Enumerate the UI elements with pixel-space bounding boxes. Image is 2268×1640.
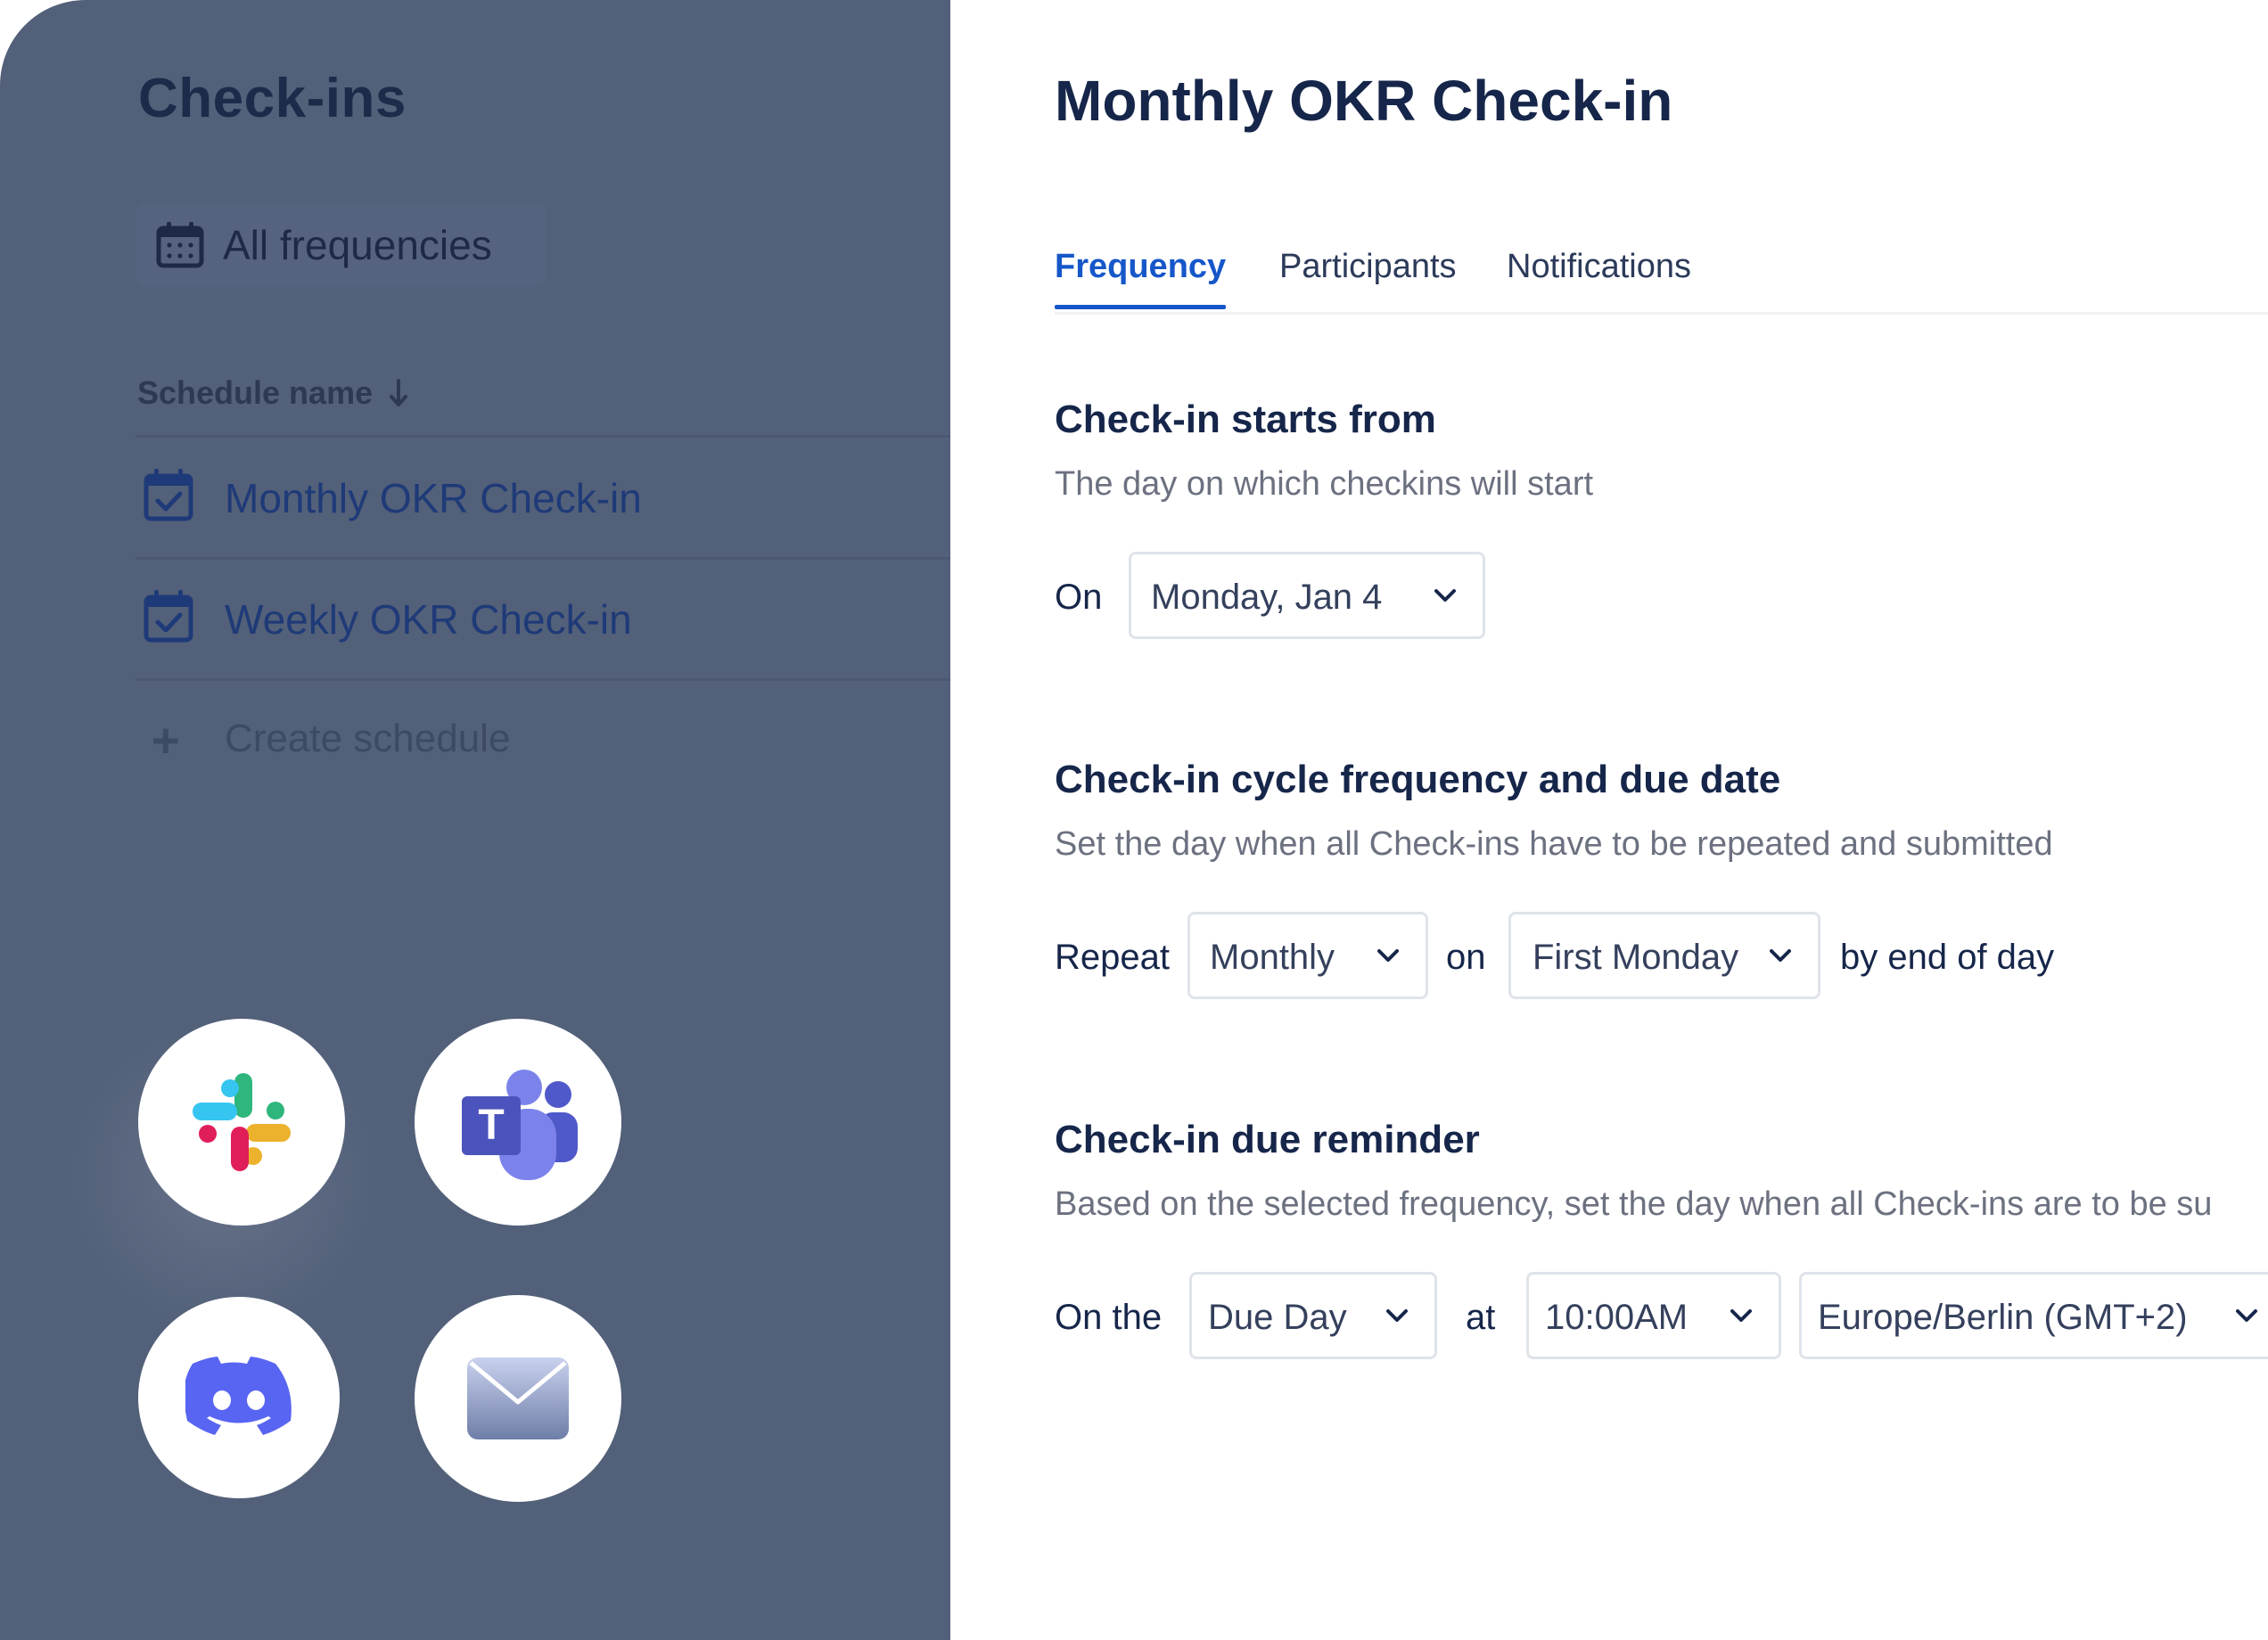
schedule-row-monthly[interactable]: Monthly OKR Check-in [136, 437, 950, 556]
arrow-down-icon [390, 379, 408, 406]
chevron-down-icon [1770, 949, 1791, 962]
reminder-day-value: Due Day [1208, 1298, 1347, 1337]
sidebar-title: Check-ins [138, 68, 407, 129]
chevron-down-icon [1434, 589, 1456, 602]
reminder-section-description: Based on the selected frequency, set the… [1055, 1185, 2213, 1223]
timezone-select[interactable]: Europe/Berlin (GMT+2) [1799, 1272, 2268, 1359]
tab-frequency[interactable]: Frequency [1055, 248, 1227, 309]
cycle-section-title: Check-in cycle frequency and due date [1055, 758, 1781, 801]
chevron-down-icon [1730, 1309, 1752, 1322]
svg-text:T: T [478, 1102, 504, 1149]
reminder-day-select[interactable]: Due Day [1189, 1272, 1437, 1359]
calendar-check-icon [144, 590, 193, 643]
create-schedule-button[interactable]: + Create schedule [136, 704, 670, 775]
chevron-down-icon [1377, 949, 1399, 962]
calendar-icon [156, 222, 204, 268]
teams-icon: T [462, 1070, 578, 1180]
on-label: on [1446, 938, 1486, 977]
frequency-filter[interactable]: All frequencies [136, 203, 546, 287]
mail-integration[interactable] [415, 1295, 621, 1502]
tab-participants[interactable]: Participants [1279, 248, 1457, 306]
cycle-section-description: Set the day when all Check-ins have to b… [1055, 825, 2053, 863]
chevron-down-icon [1386, 1309, 1408, 1322]
divider [136, 678, 950, 681]
schedule-name-column-header[interactable]: Schedule name [137, 374, 408, 412]
reminder-time-select[interactable]: 10:00AM [1526, 1272, 1781, 1359]
tab-notifications[interactable]: Notifications [1507, 248, 1691, 306]
on-the-label: On the [1055, 1298, 1163, 1337]
start-section-title: Check-in starts from [1055, 398, 1436, 441]
timezone-value: Europe/Berlin (GMT+2) [1818, 1298, 2188, 1337]
reminder-section-title: Check-in due reminder [1055, 1118, 1480, 1161]
discord-icon [185, 1357, 292, 1435]
at-label: at [1466, 1298, 1496, 1337]
schedule-label: Weekly OKR Check-in [225, 596, 632, 643]
on-label: On [1055, 578, 1103, 617]
create-schedule-label: Create schedule [225, 717, 511, 760]
reminder-time-value: 10:00AM [1545, 1298, 1689, 1337]
schedule-row-weekly[interactable]: Weekly OKR Check-in [136, 558, 950, 677]
start-date-value: Monday, Jan 4 [1151, 578, 1383, 617]
repeat-frequency-select[interactable]: Monthly [1187, 912, 1428, 999]
slack-icon [193, 1073, 291, 1171]
schedule-label: Monthly OKR Check-in [225, 475, 642, 521]
mail-icon [467, 1357, 569, 1439]
start-date-select[interactable]: Monday, Jan 4 [1129, 552, 1485, 639]
tab-bar: Frequency Participants Notifications [1055, 248, 2268, 315]
repeat-frequency-value: Monthly [1210, 938, 1335, 977]
column-header-label: Schedule name [137, 374, 374, 411]
calendar-check-icon [144, 469, 193, 521]
main-panel: Monthly OKR Check-in Frequency Participa… [950, 0, 2268, 1640]
start-section-description: The day on which checkins will start [1055, 465, 1594, 503]
teams-integration[interactable]: T [415, 1019, 621, 1226]
end-of-day-label: by end of day [1840, 938, 2055, 977]
slack-integration[interactable] [138, 1019, 345, 1226]
discord-integration[interactable] [138, 1297, 340, 1498]
sidebar: Check-ins All frequencies Schedule name … [0, 0, 950, 1640]
chevron-down-icon [2236, 1309, 2257, 1322]
repeat-label: Repeat [1055, 938, 1170, 977]
plus-icon: + [152, 714, 180, 767]
frequency-filter-label: All frequencies [223, 222, 492, 268]
due-day-select[interactable]: First Monday [1508, 912, 1820, 999]
page-title: Monthly OKR Check-in [1055, 69, 1673, 133]
due-day-value: First Monday [1533, 938, 1739, 977]
